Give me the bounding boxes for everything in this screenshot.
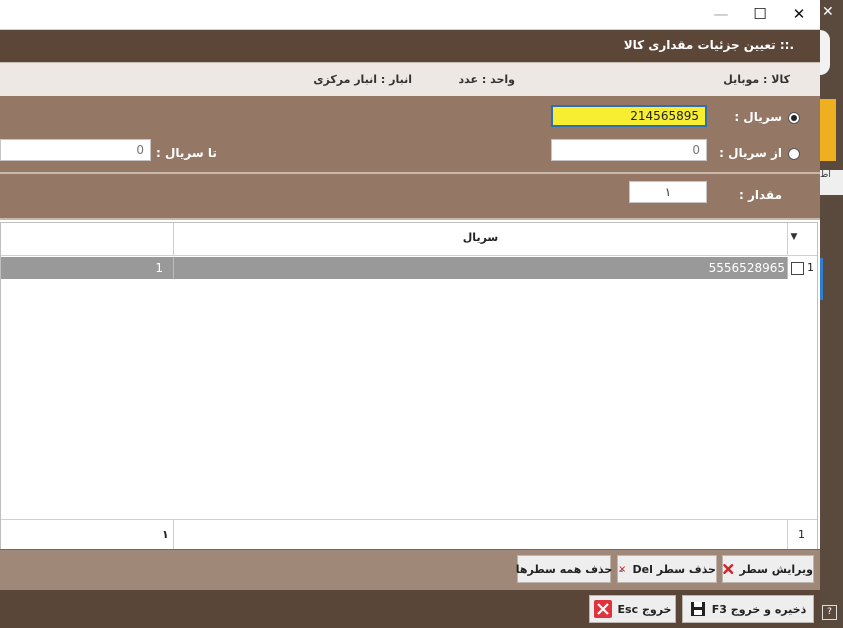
item-info-bar: کالا : موبایل واحد : عدد انبار : انبار م… — [0, 62, 820, 97]
serial-grid: سریال ▼ 1 5556528965 1 ۱ 1 — [0, 222, 818, 550]
exit-icon — [593, 600, 612, 618]
column-divider — [173, 257, 174, 279]
row-serial: 5556528965 — [708, 261, 785, 275]
edit-row-label: ویرایش سطر — [739, 562, 813, 576]
to-serial-input[interactable] — [0, 139, 151, 161]
background-partial-text: اط — [820, 170, 831, 180]
grid-header: سریال ▼ — [1, 223, 817, 256]
footer-count: 1 — [798, 528, 805, 541]
background-orange-tile — [820, 99, 836, 161]
row-actions-bar: ویرایش سطر حذف سطر Del حذف همه سطرها — [0, 549, 820, 590]
serial-panel: سریال : از سریال : تا سریال : — [0, 96, 820, 174]
exit-button[interactable]: خروج Esc — [589, 595, 676, 623]
serial-label: سریال : — [734, 110, 782, 124]
quantity-input[interactable] — [629, 181, 707, 203]
dialog-title: .:: تعیین جزئیات مقداری کالا — [623, 38, 794, 52]
column-filter-icon[interactable]: ▼ — [787, 232, 801, 242]
item-name: کالا : موبایل — [723, 73, 790, 86]
edit-x-icon — [723, 564, 734, 574]
background-window-strip: ✕ اط ? — [820, 0, 843, 628]
unit-name: واحد : عدد — [458, 73, 515, 86]
window-titlebar: — ☐ ✕ — [0, 0, 820, 30]
warehouse-name: انبار : انبار مرکزی — [313, 73, 412, 86]
serial-radio[interactable] — [788, 112, 800, 124]
column-divider — [173, 520, 174, 549]
delete-row-label: حذف سطر Del — [632, 562, 716, 576]
from-serial-radio[interactable] — [788, 148, 800, 160]
save-exit-label: ذخیره و خروج F3 — [711, 602, 807, 616]
from-serial-input[interactable] — [551, 139, 707, 161]
serial-input[interactable] — [551, 105, 707, 127]
quantity-label: مقدار : — [739, 188, 782, 202]
row-number: 1 — [807, 261, 814, 274]
row-quantity: 1 — [155, 261, 163, 275]
save-exit-button[interactable]: ذخیره و خروج F3 — [682, 595, 814, 623]
dialog-header: .:: تعیین جزئیات مقداری کالا — [0, 30, 820, 62]
table-row[interactable]: 1 5556528965 1 — [1, 257, 817, 279]
maximize-button[interactable]: ☐ — [749, 4, 771, 24]
edit-row-button[interactable]: ویرایش سطر — [722, 555, 814, 583]
delete-all-rows-label: حذف همه سطرها — [515, 562, 613, 576]
background-partial-label: اط — [820, 170, 843, 195]
background-accent-line — [820, 258, 823, 300]
background-panel-edge — [820, 30, 830, 75]
floppy-disk-icon — [690, 602, 705, 616]
from-serial-label: از سریال : — [719, 146, 782, 160]
column-header-serial[interactable]: سریال — [174, 231, 787, 244]
grid-footer: ۱ 1 — [1, 519, 817, 549]
row-checkbox[interactable] — [791, 262, 804, 275]
delete-row-button[interactable]: حذف سطر Del — [617, 555, 717, 583]
to-serial-label: تا سریال : — [156, 146, 217, 160]
row-selector: 1 — [788, 257, 817, 279]
minimize-button[interactable]: — — [710, 4, 732, 24]
footer-total: ۱ — [162, 528, 169, 541]
help-icon[interactable]: ? — [822, 605, 837, 620]
dialog-footer: ذخیره و خروج F3 خروج Esc — [0, 590, 820, 628]
quantity-panel: مقدار : — [0, 174, 820, 220]
delete-all-rows-button[interactable]: حذف همه سطرها — [515, 555, 613, 583]
background-close-icon[interactable]: ✕ — [822, 4, 834, 20]
exit-label: خروج Esc — [617, 602, 672, 616]
close-button[interactable]: ✕ — [788, 4, 810, 24]
column-divider — [787, 520, 788, 549]
delete-row-icon — [619, 566, 626, 573]
